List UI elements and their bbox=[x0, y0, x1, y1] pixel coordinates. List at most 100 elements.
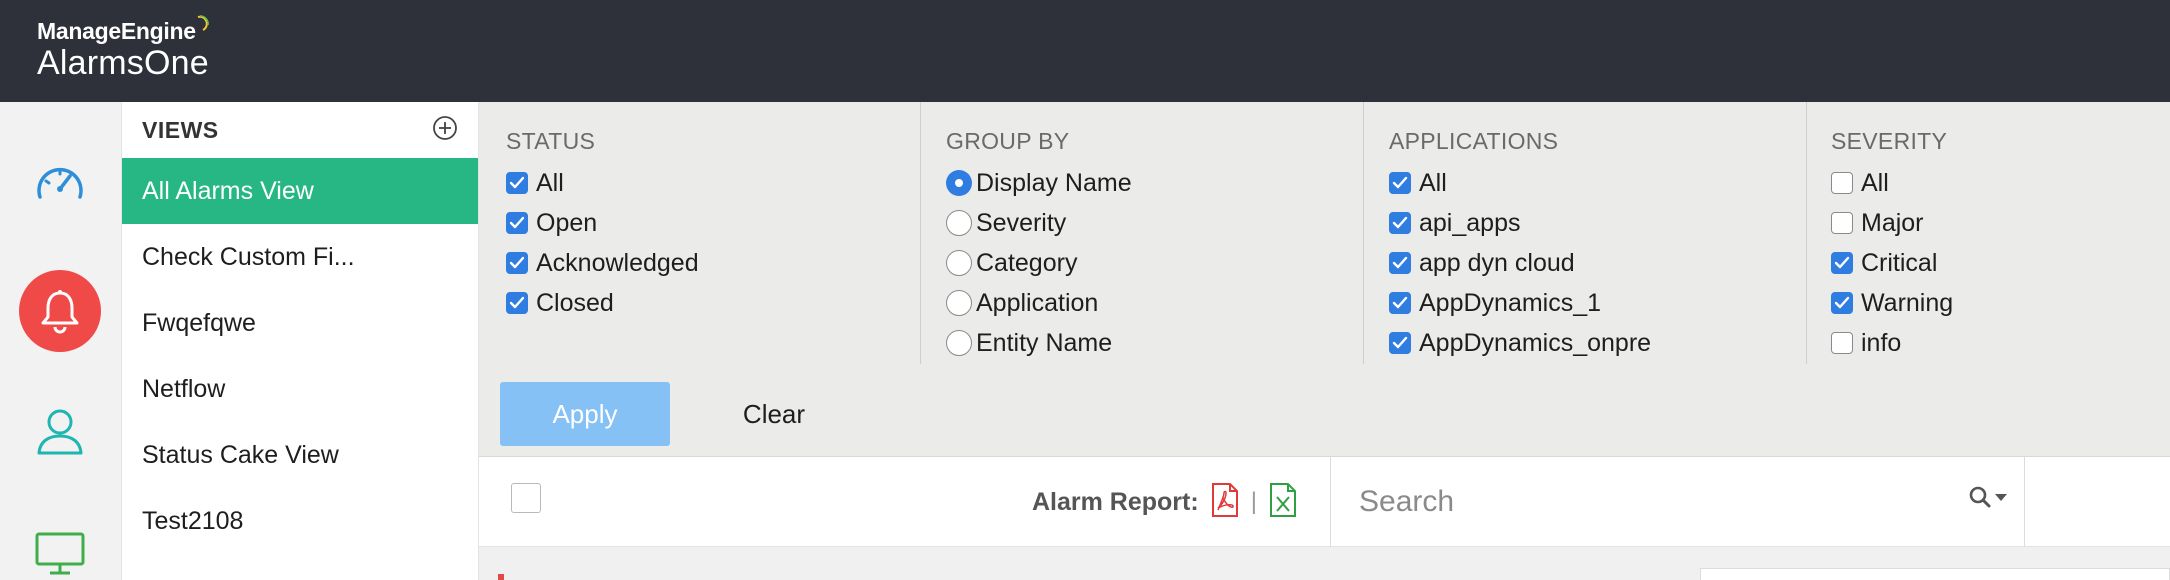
applications-option-label: AppDynamics_1 bbox=[1419, 288, 1602, 317]
checkbox-unchecked[interactable] bbox=[1831, 212, 1853, 234]
checkbox-checked[interactable] bbox=[1389, 212, 1411, 234]
checkbox-checked[interactable] bbox=[1831, 292, 1853, 314]
group-by-option-category[interactable]: Category bbox=[946, 243, 1363, 283]
detail-card bbox=[1700, 568, 2170, 580]
group-by-option-application[interactable]: Application bbox=[946, 283, 1363, 323]
search-input[interactable] bbox=[1331, 485, 1931, 519]
checkbox-checked[interactable] bbox=[1389, 332, 1411, 354]
view-item-all-alarms[interactable]: All Alarms View bbox=[122, 158, 478, 224]
applications-option-label: All bbox=[1419, 168, 1447, 197]
severity-option-info[interactable]: info bbox=[1831, 323, 2161, 363]
alarm-report-label: Alarm Report: bbox=[1032, 487, 1199, 516]
clear-button[interactable]: Clear bbox=[709, 382, 839, 446]
severity-option-label: Major bbox=[1861, 208, 1924, 237]
view-item-check-custom[interactable]: Check Custom Fi... bbox=[122, 224, 478, 290]
search-box bbox=[1330, 457, 2025, 547]
applications-option-app-dyn-cloud[interactable]: app dyn cloud bbox=[1389, 243, 1806, 283]
checkbox-checked[interactable] bbox=[506, 212, 528, 234]
group-by-title: GROUP BY bbox=[946, 128, 1070, 154]
alarm-report: Alarm Report: | bbox=[1032, 457, 1297, 547]
status-option-closed[interactable]: Closed bbox=[506, 283, 920, 323]
status-option-label: All bbox=[536, 168, 564, 197]
apply-button[interactable]: Apply bbox=[500, 382, 670, 446]
monitor-icon[interactable] bbox=[19, 512, 101, 580]
status-option-open[interactable]: Open bbox=[506, 203, 920, 243]
severity-option-label: Warning bbox=[1861, 288, 1954, 317]
applications-filter: APPLICATIONS All api_apps app dyn cloud … bbox=[1389, 102, 1807, 364]
radio-unselected[interactable] bbox=[946, 290, 972, 316]
applications-option-all[interactable]: All bbox=[1389, 163, 1806, 203]
radio-unselected[interactable] bbox=[946, 330, 972, 356]
applications-option-appdynamics-onpre[interactable]: AppDynamics_onpre bbox=[1389, 323, 1806, 363]
checkbox-checked[interactable] bbox=[1831, 252, 1853, 274]
group-by-option-severity[interactable]: Severity bbox=[946, 203, 1363, 243]
status-option-label: Acknowledged bbox=[536, 248, 699, 277]
applications-option-appdynamics-1[interactable]: AppDynamics_1 bbox=[1389, 283, 1806, 323]
radio-selected[interactable] bbox=[946, 170, 972, 196]
severity-option-all[interactable]: All bbox=[1831, 163, 2161, 203]
plus-circle-icon[interactable] bbox=[432, 115, 458, 146]
group-by-option-label: Category bbox=[976, 248, 1078, 277]
dashboard-gauge-icon[interactable] bbox=[19, 142, 101, 224]
group-by-option-entity-name[interactable]: Entity Name bbox=[946, 323, 1363, 363]
icon-rail bbox=[0, 102, 122, 580]
group-by-option-label: Display Name bbox=[976, 168, 1132, 197]
alarm-bell-icon[interactable] bbox=[19, 270, 101, 352]
group-by-option-label: Application bbox=[976, 288, 1099, 317]
brand-product: AlarmsOne bbox=[37, 44, 209, 82]
alarm-toolbar: Alarm Report: | bbox=[479, 457, 2170, 547]
applications-option-label: api_apps bbox=[1419, 208, 1521, 237]
severity-option-label: Critical bbox=[1861, 248, 1938, 277]
excel-file-icon[interactable] bbox=[1269, 482, 1297, 522]
view-item-status-cake[interactable]: Status Cake View bbox=[122, 422, 478, 488]
applications-option-label: AppDynamics_onpre bbox=[1419, 328, 1652, 357]
brand-company: ManageEngine bbox=[37, 15, 209, 45]
status-option-all[interactable]: All bbox=[506, 163, 920, 203]
group-by-filter: GROUP BY Display Name Severity Category … bbox=[946, 102, 1364, 364]
severity-option-label: All bbox=[1861, 168, 1889, 197]
views-title: VIEWS bbox=[142, 116, 219, 143]
checkbox-checked[interactable] bbox=[1389, 292, 1411, 314]
radio-unselected[interactable] bbox=[946, 210, 972, 236]
app-header: ManageEngine AlarmsOne bbox=[0, 0, 2170, 102]
checkbox-checked[interactable] bbox=[1389, 172, 1411, 194]
severity-title: SEVERITY bbox=[1831, 128, 1948, 154]
group-by-option-label: Entity Name bbox=[976, 328, 1113, 357]
group-by-option-display-name[interactable]: Display Name bbox=[946, 163, 1363, 203]
select-all-checkbox[interactable] bbox=[511, 483, 541, 513]
severity-option-major[interactable]: Major bbox=[1831, 203, 2161, 243]
view-item-fwqefqwe[interactable]: Fwqefqwe bbox=[122, 290, 478, 356]
status-option-label: Closed bbox=[536, 288, 614, 317]
checkbox-unchecked[interactable] bbox=[1831, 172, 1853, 194]
applications-title: APPLICATIONS bbox=[1389, 128, 1559, 154]
severity-filter: SEVERITY All Major Critical Warning info bbox=[1831, 102, 2161, 364]
filter-panel: STATUS All Open Acknowledged Closed GROU… bbox=[479, 102, 2170, 457]
status-option-label: Open bbox=[536, 208, 598, 237]
radio-unselected[interactable] bbox=[946, 250, 972, 276]
search-dropdown-icon[interactable] bbox=[1968, 485, 2008, 509]
checkbox-unchecked[interactable] bbox=[1831, 332, 1853, 354]
checkbox-checked[interactable] bbox=[1389, 252, 1411, 274]
checkbox-checked[interactable] bbox=[506, 172, 528, 194]
status-option-acknowledged[interactable]: Acknowledged bbox=[506, 243, 920, 283]
severity-option-label: info bbox=[1861, 328, 1902, 357]
report-separator: | bbox=[1250, 488, 1257, 515]
group-by-option-label: Severity bbox=[976, 208, 1067, 237]
status-filter: STATUS All Open Acknowledged Closed bbox=[506, 102, 921, 364]
severity-option-critical[interactable]: Critical bbox=[1831, 243, 2161, 283]
views-panel: VIEWS All Alarms View Check Custom Fi...… bbox=[122, 102, 479, 580]
views-header: VIEWS bbox=[122, 102, 478, 158]
checkbox-checked[interactable] bbox=[506, 252, 528, 274]
severity-marker bbox=[498, 574, 504, 580]
checkbox-checked[interactable] bbox=[506, 292, 528, 314]
user-icon[interactable] bbox=[19, 390, 101, 472]
pdf-file-icon[interactable] bbox=[1211, 482, 1239, 522]
severity-option-warning[interactable]: Warning bbox=[1831, 283, 2161, 323]
applications-option-api-apps[interactable]: api_apps bbox=[1389, 203, 1806, 243]
view-item-netflow[interactable]: Netflow bbox=[122, 356, 478, 422]
brand-logo[interactable]: ManageEngine AlarmsOne bbox=[37, 15, 209, 83]
status-title: STATUS bbox=[506, 128, 596, 154]
view-item-test2108[interactable]: Test2108 bbox=[122, 488, 478, 554]
brand-arc-icon bbox=[197, 15, 209, 31]
applications-option-label: app dyn cloud bbox=[1419, 248, 1575, 277]
